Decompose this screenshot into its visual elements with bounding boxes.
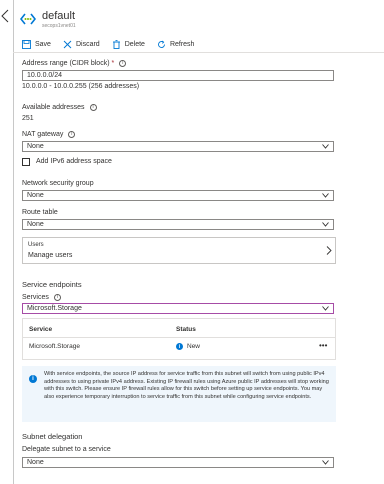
- route-table-label: Route table: [22, 209, 58, 216]
- service-endpoints-table: Service Status Microsoft.Storage i New •…: [22, 318, 336, 360]
- required-mark: *: [111, 60, 115, 67]
- service-endpoint-notice: i With service endpoints, the source IP …: [22, 366, 336, 422]
- address-range-input[interactable]: 10.0.0.0/24: [22, 70, 334, 81]
- nsg-dropdown[interactable]: None: [22, 190, 334, 201]
- delete-button[interactable]: Delete: [112, 39, 145, 49]
- services-label: Services i: [22, 294, 61, 301]
- toolbar-divider: [13, 52, 384, 53]
- delegate-value: None: [27, 459, 44, 466]
- info-icon[interactable]: i: [89, 104, 97, 111]
- page-subtitle: secops1vnet01: [42, 23, 76, 29]
- delegate-label: Delegate subnet to a service: [22, 446, 111, 453]
- chevron-down-icon: [322, 222, 329, 227]
- info-icon[interactable]: i: [53, 294, 61, 301]
- route-table-value: None: [27, 221, 44, 228]
- address-range-label: Address range (CIDR block) * i: [22, 60, 127, 67]
- refresh-label: Refresh: [169, 40, 195, 48]
- route-table-dropdown[interactable]: None: [22, 219, 334, 230]
- service-endpoints-heading: Service endpoints: [22, 280, 82, 289]
- address-range-text: 10.0.0.0 - 10.0.0.255 (256 addresses): [22, 83, 140, 90]
- discard-button[interactable]: Discard: [63, 40, 100, 49]
- vnet-icon: [20, 13, 36, 25]
- command-bar: Save Discard Delete Refresh: [22, 38, 206, 50]
- manage-users-card[interactable]: Users Manage users: [22, 237, 336, 264]
- chevron-left-icon[interactable]: [0, 9, 10, 23]
- info-icon[interactable]: i: [119, 60, 127, 67]
- table-cell-service: Microsoft.Storage: [29, 343, 80, 350]
- available-addresses-value: 251: [22, 115, 34, 122]
- delete-label: Delete: [124, 40, 145, 48]
- nsg-value: None: [27, 192, 44, 199]
- more-actions-button[interactable]: •••: [319, 341, 327, 350]
- refresh-icon: [157, 40, 165, 48]
- ipv6-label: Add IPv6 address space: [36, 158, 112, 165]
- chevron-down-icon: [322, 144, 329, 149]
- save-label: Save: [35, 40, 51, 48]
- chevron-down-icon: [322, 193, 329, 198]
- blade-header: default secops1vnet01: [20, 10, 76, 36]
- chevron-down-icon: [322, 460, 329, 465]
- notice-text: With service endpoints, the source IP ad…: [44, 371, 329, 400]
- save-button[interactable]: Save: [22, 39, 51, 49]
- info-icon: i: [29, 375, 37, 383]
- info-status-icon: i: [176, 343, 183, 350]
- services-value: Microsoft.Storage: [27, 305, 82, 312]
- chevron-down-icon: [322, 306, 329, 311]
- table-cell-status: i New: [176, 343, 200, 350]
- delegate-dropdown[interactable]: None: [22, 457, 334, 468]
- discard-label: Discard: [75, 40, 100, 48]
- subnet-delegation-heading: Subnet delegation: [22, 432, 83, 441]
- table-divider: [23, 337, 335, 338]
- save-icon: [22, 39, 31, 49]
- ipv6-checkbox[interactable]: [22, 158, 30, 166]
- nat-gateway-dropdown[interactable]: None: [22, 141, 334, 152]
- delete-icon: [112, 39, 120, 49]
- discard-icon: [63, 40, 72, 48]
- nat-gateway-label: NAT gateway i: [22, 131, 76, 138]
- nsg-label: Network security group: [22, 180, 94, 187]
- services-dropdown[interactable]: Microsoft.Storage: [22, 303, 334, 314]
- manage-users-link[interactable]: Manage users: [28, 252, 72, 259]
- page-title: default: [42, 10, 76, 22]
- column-header-status: Status: [176, 326, 196, 333]
- users-title: Users: [28, 242, 44, 248]
- available-addresses-label: Available addresses i: [22, 104, 97, 111]
- info-icon[interactable]: i: [68, 131, 76, 138]
- refresh-button[interactable]: Refresh: [157, 40, 195, 49]
- nat-gateway-value: None: [27, 143, 44, 150]
- column-header-service: Service: [29, 326, 53, 333]
- chevron-right-icon: [326, 246, 332, 255]
